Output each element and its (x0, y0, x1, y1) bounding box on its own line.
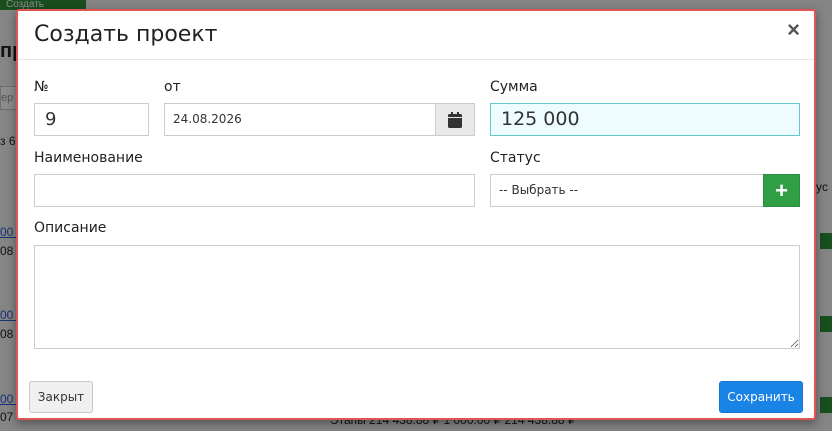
calendar-icon[interactable] (435, 103, 475, 136)
number-field[interactable]: 9 (34, 103, 149, 136)
add-status-button[interactable]: + (763, 174, 800, 207)
status-select[interactable]: -- Выбрать -- (490, 174, 764, 207)
save-button[interactable]: Сохранить (719, 381, 803, 413)
date-field[interactable]: 24.08.2026 (164, 103, 436, 136)
description-field[interactable] (34, 245, 800, 349)
name-field[interactable] (34, 174, 475, 207)
plus-icon: + (775, 177, 788, 203)
sum-label: Сумма (490, 79, 538, 95)
create-project-modal: Создать проект × № 9 от 24.08.2026 Сумма… (16, 9, 816, 420)
date-label: от (164, 79, 181, 95)
close-button[interactable]: Закрыт (29, 381, 93, 413)
name-label: Наименование (34, 150, 143, 166)
sum-field[interactable]: 125 000 (490, 103, 800, 136)
number-label: № (34, 79, 49, 95)
modal-title: Создать проект (34, 22, 218, 47)
status-select-value: -- Выбрать -- (499, 183, 579, 197)
description-label: Описание (34, 220, 107, 236)
close-icon[interactable]: × (787, 17, 800, 43)
status-label: Статус (490, 150, 541, 166)
modal-header: Создать проект × (18, 11, 814, 60)
